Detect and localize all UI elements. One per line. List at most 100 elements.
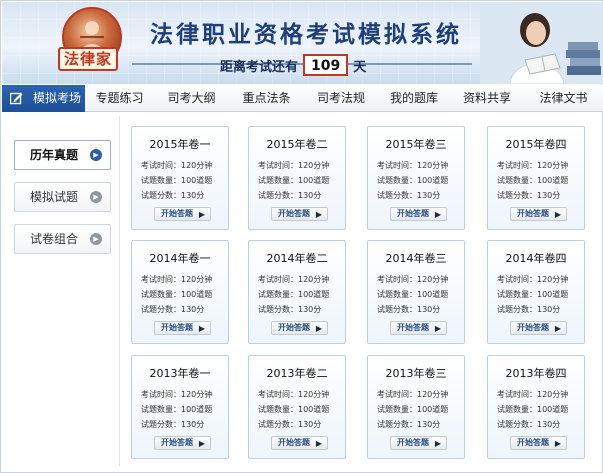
- paper-title: 2015年卷四: [505, 138, 567, 151]
- sidebar-item-mock-questions[interactable]: 模拟试题 ▶: [14, 182, 111, 212]
- paper-title: 2014年卷三: [385, 252, 447, 265]
- paper-total-score: 试题分数：130分: [497, 191, 561, 200]
- paper-question-count: 试题数量：100道题: [497, 290, 569, 299]
- countdown-days: 109: [303, 54, 349, 76]
- paper-question-count: 试题数量：100道题: [377, 405, 449, 414]
- play-icon: ▶: [315, 324, 322, 333]
- logo: 法律家: [58, 47, 118, 71]
- paper-question-count: 试题数量：100道题: [497, 405, 569, 414]
- paper-exam-time: 考试时间：120分钟: [141, 275, 213, 284]
- paper-question-count: 试题数量：100道题: [377, 290, 449, 299]
- paper-question-count: 试题数量：100道题: [141, 176, 213, 185]
- paper-title: 2013年卷四: [505, 367, 567, 380]
- paper-total-score: 试题分数：130分: [377, 305, 441, 314]
- paper-card: 2013年卷四 考试时间：120分钟 试题数量：100道题 试题分数：130分 …: [487, 355, 585, 459]
- paper-title: 2015年卷三: [385, 138, 447, 151]
- paper-card: 2015年卷四 考试时间：120分钟 试题数量：100道题 试题分数：130分 …: [487, 126, 585, 230]
- start-answering-button[interactable]: 开始答题 ▶: [390, 436, 447, 450]
- paper-exam-time: 考试时间：120分钟: [258, 161, 330, 170]
- button-label: 开始答题: [397, 438, 429, 447]
- paper-card: 2015年卷一 考试时间：120分钟 试题数量：100道题 试题分数：130分 …: [131, 126, 229, 230]
- page-title: 法律职业资格考试模拟系统: [150, 21, 462, 48]
- paper-title: 2015年卷二: [266, 138, 328, 151]
- paper-total-score: 试题分数：130分: [141, 420, 205, 429]
- nav-item-resource-sharing[interactable]: 资料共享: [450, 85, 524, 112]
- start-answering-button[interactable]: 开始答题 ▶: [510, 436, 567, 450]
- paper-card: 2014年卷二 考试时间：120分钟 试题数量：100道题 试题分数：130分 …: [248, 240, 346, 344]
- sidebar-item-label: 历年真题: [30, 148, 79, 162]
- paper-total-score: 试题分数：130分: [258, 420, 322, 429]
- paper-card: 2015年卷二 考试时间：120分钟 试题数量：100道题 试题分数：130分 …: [248, 126, 346, 230]
- start-answering-button[interactable]: 开始答题 ▶: [390, 207, 447, 221]
- button-label: 开始答题: [161, 438, 193, 447]
- student-reading-illustration-icon: [480, 2, 603, 84]
- paper-question-count: 试题数量：100道题: [377, 176, 449, 185]
- nav-item-my-question-bank[interactable]: 我的题库: [378, 85, 450, 112]
- sidebar-item-paper-combination[interactable]: 试卷组合 ▶: [14, 224, 111, 254]
- paper-exam-time: 考试时间：120分钟: [497, 161, 569, 170]
- paper-question-count: 试题数量：100道题: [258, 290, 330, 299]
- paper-card: 2013年卷三 考试时间：120分钟 试题数量：100道题 试题分数：130分 …: [367, 355, 465, 459]
- play-icon: ▶: [554, 324, 561, 333]
- start-answering-button[interactable]: 开始答题 ▶: [154, 321, 211, 335]
- play-icon: ▶: [434, 324, 441, 333]
- button-label: 开始答题: [161, 323, 193, 332]
- start-answering-button[interactable]: 开始答题 ▶: [271, 321, 328, 335]
- nav-item-syllabus[interactable]: 司考大纲: [154, 85, 229, 112]
- paper-card: 2014年卷三 考试时间：120分钟 试题数量：100道题 试题分数：130分 …: [367, 240, 465, 344]
- button-label: 开始答题: [161, 209, 193, 218]
- start-answering-button[interactable]: 开始答题 ▶: [510, 207, 567, 221]
- paper-exam-time: 考试时间：120分钟: [141, 390, 213, 399]
- paper-total-score: 试题分数：130分: [258, 191, 322, 200]
- start-answering-button[interactable]: 开始答题 ▶: [271, 436, 328, 450]
- play-icon: ▶: [434, 439, 441, 448]
- start-answering-button[interactable]: 开始答题 ▶: [154, 436, 211, 450]
- sidebar: 历年真题 ▶ 模拟试题 ▶ 试卷组合 ▶: [6, 128, 114, 458]
- paper-exam-time: 考试时间：120分钟: [258, 390, 330, 399]
- countdown-prefix: 距离考试还有: [220, 59, 299, 75]
- sidebar-item-past-exams[interactable]: 历年真题 ▶: [14, 140, 111, 170]
- paper-title: 2013年卷二: [266, 367, 328, 380]
- paper-exam-time: 考试时间：120分钟: [258, 275, 330, 284]
- paper-total-score: 试题分数：130分: [377, 191, 441, 200]
- nav-item-key-articles[interactable]: 重点法条: [229, 85, 304, 112]
- arrow-right-icon: ▶: [90, 233, 102, 245]
- nav-item-regulations[interactable]: 司考法规: [304, 85, 378, 112]
- app-frame: 法律家 法律职业资格考试模拟系统 距离考试还有 109 天 模拟考场 专题练习 …: [0, 0, 603, 473]
- start-answering-button[interactable]: 开始答题 ▶: [390, 321, 447, 335]
- paper-exam-time: 考试时间：120分钟: [377, 161, 449, 170]
- sidebar-item-label: 试卷组合: [30, 232, 79, 246]
- paper-exam-time: 考试时间：120分钟: [377, 390, 449, 399]
- paper-card: 2014年卷四 考试时间：120分钟 试题数量：100道题 试题分数：130分 …: [487, 240, 585, 344]
- paper-total-score: 试题分数：130分: [258, 305, 322, 314]
- play-icon: ▶: [198, 324, 205, 333]
- button-label: 开始答题: [517, 209, 549, 218]
- nav-item-legal-documents[interactable]: 法律文书: [524, 85, 603, 112]
- nav-item-mock-exam[interactable]: 模拟考场: [2, 84, 85, 112]
- start-answering-button[interactable]: 开始答题 ▶: [154, 207, 211, 221]
- paper-title: 2014年卷一: [149, 252, 211, 265]
- start-answering-button[interactable]: 开始答题 ▶: [510, 321, 567, 335]
- paper-question-count: 试题数量：100道题: [141, 290, 213, 299]
- edit-icon: [10, 92, 23, 104]
- paper-total-score: 试题分数：130分: [497, 420, 561, 429]
- main-nav: 模拟考场 专题练习 司考大纲 重点法条 司考法规 我的题库 资料共享 法律文书: [2, 84, 603, 112]
- paper-question-count: 试题数量：100道题: [258, 405, 330, 414]
- button-label: 开始答题: [397, 323, 429, 332]
- button-label: 开始答题: [278, 323, 310, 332]
- header-banner: 法律家 法律职业资格考试模拟系统 距离考试还有 109 天: [2, 2, 603, 84]
- sidebar-item-label: 模拟试题: [30, 190, 79, 204]
- start-answering-button[interactable]: 开始答题 ▶: [271, 207, 328, 221]
- button-label: 开始答题: [278, 209, 310, 218]
- paper-card: 2015年卷三 考试时间：120分钟 试题数量：100道题 试题分数：130分 …: [367, 126, 465, 230]
- play-icon: ▶: [315, 439, 322, 448]
- paper-title: 2015年卷一: [149, 138, 211, 151]
- paper-card: 2013年卷二 考试时间：120分钟 试题数量：100道题 试题分数：130分 …: [248, 355, 346, 459]
- arrow-right-icon: ▶: [90, 191, 102, 203]
- button-label: 开始答题: [517, 438, 549, 447]
- paper-exam-time: 考试时间：120分钟: [497, 390, 569, 399]
- play-icon: ▶: [198, 439, 205, 448]
- nav-item-topic-practice[interactable]: 专题练习: [85, 85, 154, 112]
- paper-card: 2013年卷一 考试时间：120分钟 试题数量：100道题 试题分数：130分 …: [131, 355, 229, 459]
- paper-grid: 2015年卷一 考试时间：120分钟 试题数量：100道题 试题分数：130分 …: [119, 116, 603, 466]
